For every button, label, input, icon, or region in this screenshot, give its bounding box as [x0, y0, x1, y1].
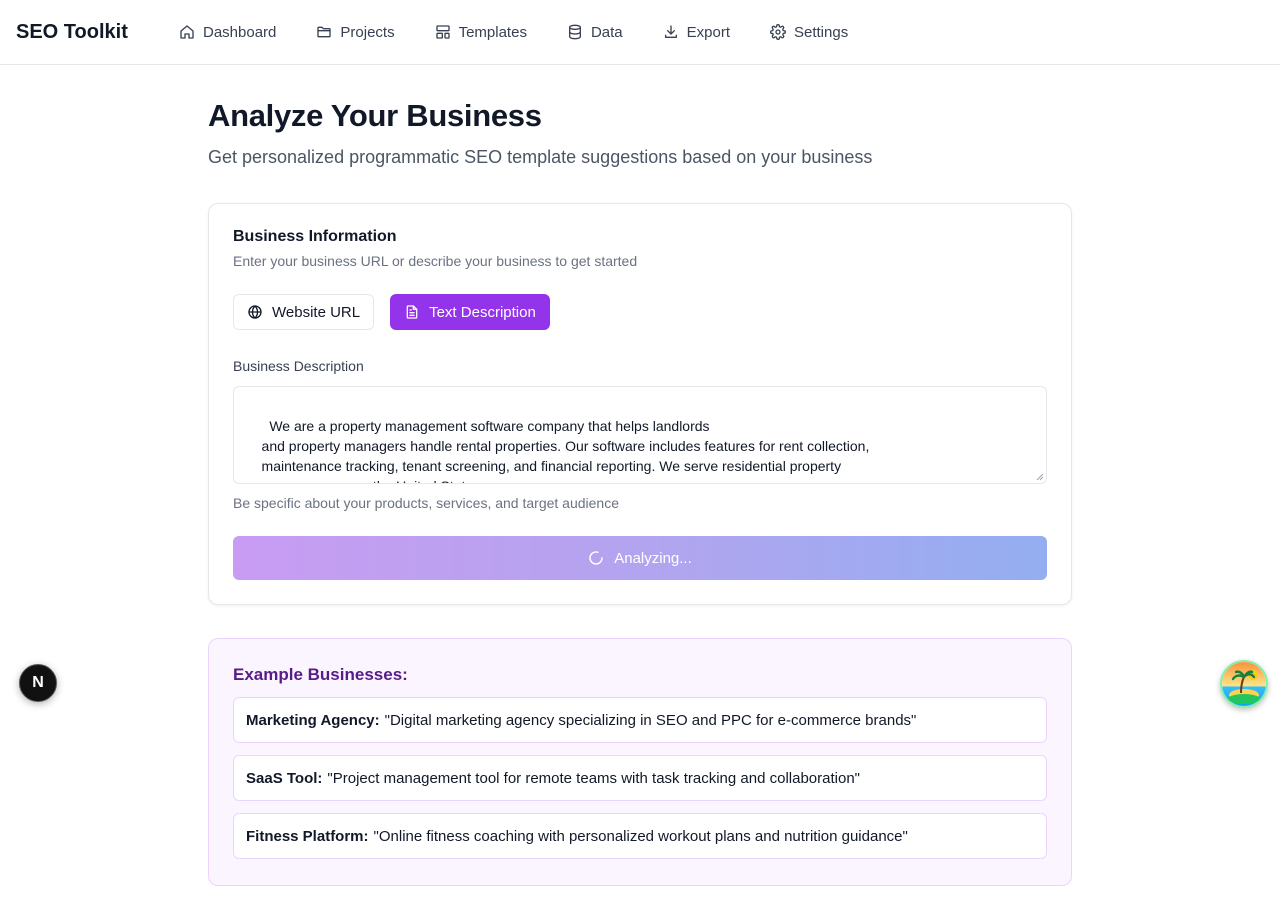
folder-icon — [317, 26, 332, 38]
nav-label: Templates — [458, 23, 527, 41]
home-icon — [180, 25, 194, 39]
database-icon — [568, 24, 581, 40]
nextjs-devtools-badge[interactable]: N — [19, 664, 57, 702]
analyze-button[interactable]: Analyzing... — [233, 536, 1047, 580]
island-icon — [1222, 662, 1266, 706]
floating-assistant-avatar[interactable] — [1220, 660, 1268, 708]
example-item-saas-tool[interactable]: SaaS Tool: "Project management tool for … — [233, 755, 1047, 801]
brand-logo[interactable]: SEO Toolkit — [16, 21, 179, 44]
nav-label: Settings — [794, 23, 849, 41]
page-title: Analyze Your Business — [208, 98, 542, 133]
text-description-label: Text Description — [429, 303, 536, 321]
card-title: Business Information — [233, 228, 397, 245]
text-description-button[interactable]: Text Description — [390, 294, 550, 330]
example-businesses-panel: Example Businesses: Marketing Agency: "D… — [208, 638, 1072, 886]
nav-label: Data — [590, 23, 623, 41]
website-url-button[interactable]: Website URL — [233, 294, 375, 330]
top-navbar: SEO Toolkit Dashboard Projects Templates… — [0, 0, 1280, 65]
gear-icon — [770, 24, 786, 40]
example-text: "Online fitness coaching with personaliz… — [373, 827, 908, 845]
spinner-icon — [589, 551, 603, 565]
example-name: Fitness Platform: — [246, 827, 369, 845]
badge-letter: N — [32, 674, 44, 691]
nav-label: Dashboard — [203, 23, 277, 41]
nav-item-data[interactable]: Data — [567, 12, 623, 52]
nav-item-templates[interactable]: Templates — [435, 12, 527, 52]
nav-item-export[interactable]: Export — [663, 12, 730, 52]
example-item-fitness-platform[interactable]: Fitness Platform: "Online fitness coachi… — [233, 813, 1047, 859]
business-info-card: Business Information Enter your business… — [208, 203, 1072, 605]
business-description-label: Business Description — [233, 358, 364, 374]
example-name: SaaS Tool: — [246, 769, 323, 787]
example-name: Marketing Agency: — [246, 711, 380, 729]
download-icon — [664, 25, 677, 38]
input-mode-toggle: Website URL Text Description — [233, 294, 1047, 330]
nav-item-dashboard[interactable]: Dashboard — [179, 12, 276, 52]
file-text-icon — [406, 305, 418, 319]
globe-icon — [248, 305, 262, 319]
example-item-marketing-agency[interactable]: Marketing Agency: "Digital marketing age… — [233, 697, 1047, 743]
main-content: Analyze Your Business Get personalized p… — [208, 65, 1072, 886]
resize-handle-icon[interactable] — [1036, 473, 1044, 481]
field-hint: Be specific about your products, service… — [233, 495, 619, 511]
nav-item-projects[interactable]: Projects — [316, 12, 395, 52]
business-description-value: We are a property management software co… — [261, 418, 870, 483]
nav-label: Export — [686, 23, 730, 41]
card-description: Enter your business URL or describe your… — [233, 253, 638, 269]
example-text: "Project management tool for remote team… — [327, 769, 860, 787]
example-text: "Digital marketing agency specializing i… — [384, 711, 917, 729]
nav-item-settings[interactable]: Settings — [770, 12, 848, 52]
website-url-label: Website URL — [272, 303, 361, 321]
layout-icon — [435, 25, 450, 39]
business-description-textarea[interactable]: We are a property management software co… — [233, 386, 1047, 484]
page-subtitle: Get personalized programmatic SEO templa… — [208, 147, 873, 167]
examples-title: Example Businesses: — [233, 665, 408, 684]
nav-label: Projects — [340, 23, 395, 41]
analyze-button-label: Analyzing... — [614, 549, 692, 567]
main-nav: Dashboard Projects Templates Data Export… — [179, 12, 888, 52]
